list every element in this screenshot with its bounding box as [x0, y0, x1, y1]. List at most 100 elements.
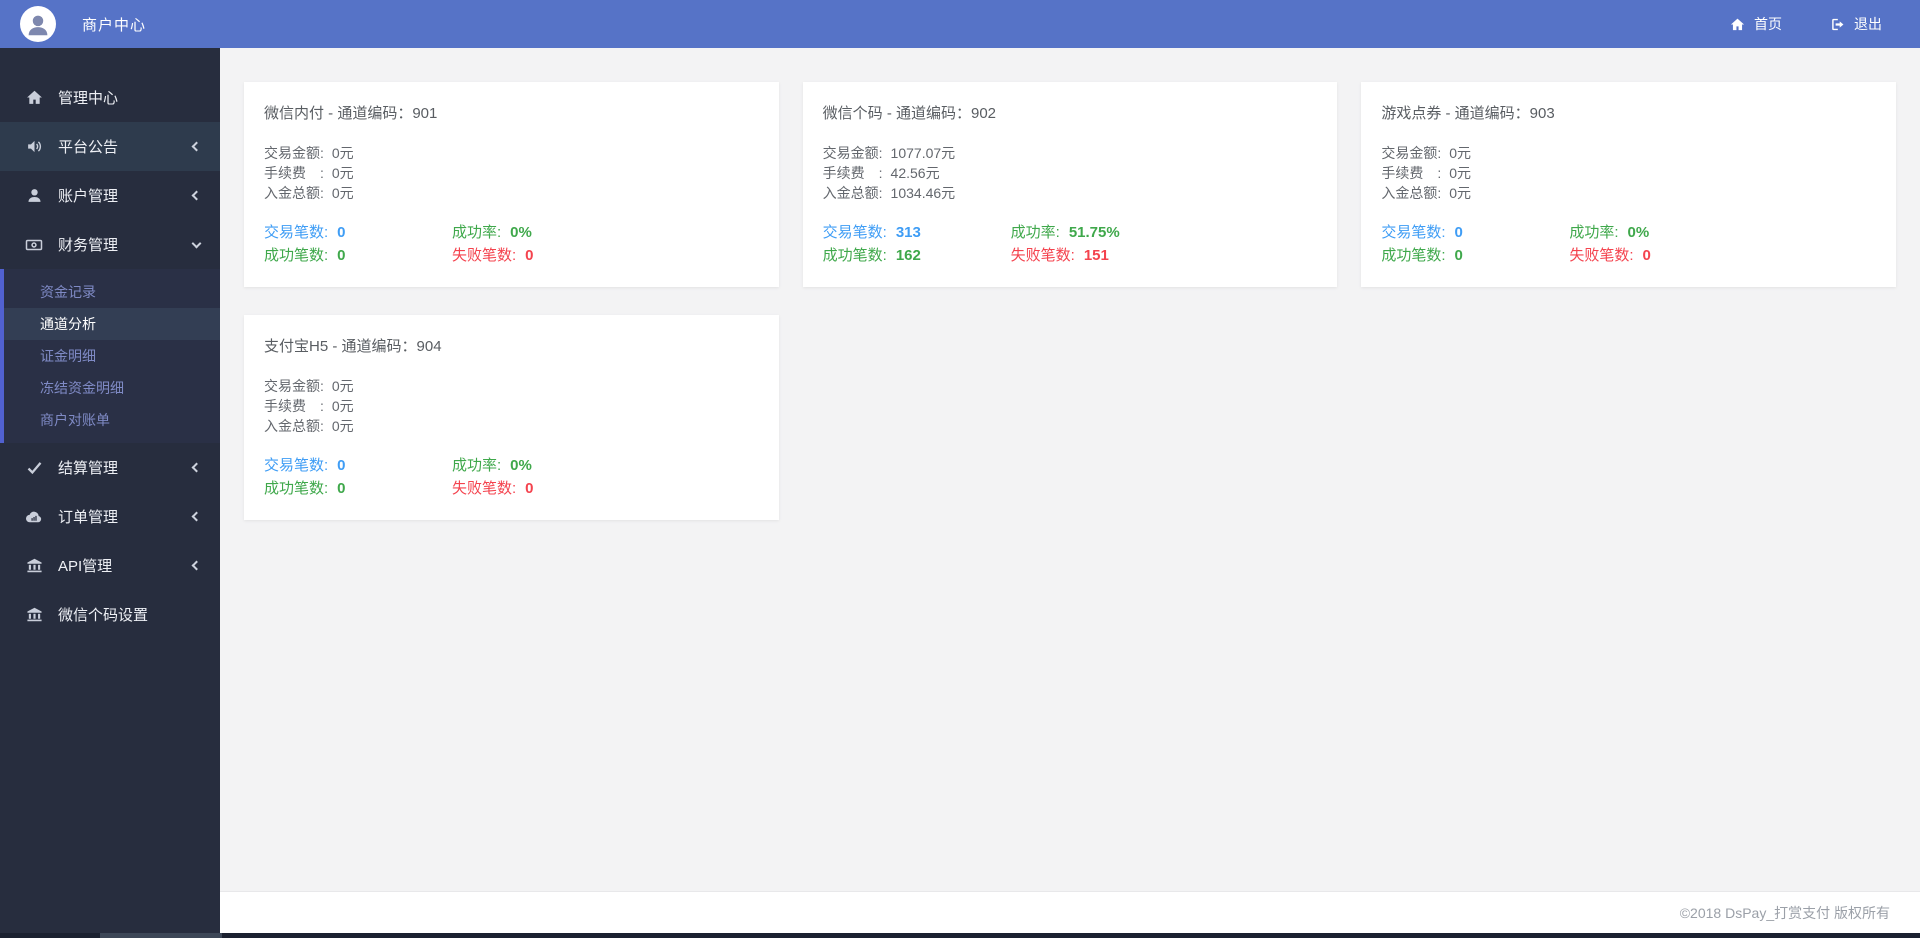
trade-amount-value: 1077.07元 — [890, 145, 956, 161]
fail-count-value: 0 — [525, 480, 534, 497]
fee-label: 手续费 : — [264, 398, 324, 414]
chevron-down-icon — [191, 238, 202, 248]
card-title: 支付宝H5 - 通道编码：904 — [264, 338, 442, 355]
submenu-item-channel-analysis[interactable]: 通道分析 — [4, 308, 220, 340]
bank-icon — [24, 557, 44, 574]
sidebar-item-label: 结算管理 — [58, 460, 119, 477]
deposit-value: 1034.46元 — [890, 185, 956, 201]
card-stats: 交易笔数: 0 成功率: 0% 成功笔数: 0 失败笔数: 0 — [264, 454, 759, 500]
channel-card-902: 微信个码 - 通道编码：902 交易金额: 1077.07元 手续费 : 42.56… — [802, 82, 1338, 287]
sidebar-item-finance-management[interactable]: 财务管理 — [0, 220, 220, 269]
fee-value: 0元 — [331, 165, 354, 181]
trade-amount-label: 交易金额: — [264, 378, 324, 394]
sidebar-item-wechat-code-settings[interactable]: 微信个码设置 — [0, 590, 220, 639]
trade-count-value: 0 — [337, 224, 346, 241]
footer: ©2018 DsPay_打赏支付 版权所有 — [220, 891, 1920, 938]
trade-amount-label: 交易金额: — [1381, 145, 1442, 161]
logout-link-label: 退出 — [1854, 16, 1882, 32]
submenu-item-deposit-details[interactable]: 证金明细 — [4, 340, 220, 372]
success-rate-value: 0% — [510, 224, 532, 241]
chevron-left-icon — [191, 511, 202, 522]
trade-count-label: 交易笔数: — [1381, 224, 1446, 241]
sidebar-item-order-management[interactable]: 订单管理 — [0, 492, 220, 541]
sidebar-item-api-management[interactable]: API管理 — [0, 541, 220, 590]
fee-value: 42.56元 — [890, 165, 940, 181]
success-rate-label: 成功率: — [452, 224, 502, 241]
home-icon — [24, 89, 44, 106]
card-body: 交易金额: 1077.07元 手续费 : 42.56元 入金总额: 1034.46元 — [823, 143, 1318, 203]
success-count-value: 0 — [337, 480, 346, 497]
home-icon — [1730, 18, 1745, 30]
sidebar-item-settlement-management[interactable]: 结算管理 — [0, 443, 220, 492]
submenu-item-merchant-statement[interactable]: 商户对账单 — [4, 404, 220, 436]
success-rate-value: 0% — [510, 457, 532, 474]
deposit-label: 入金总额: — [264, 418, 324, 434]
trade-count-value: 0 — [1454, 224, 1463, 241]
copyright-text: ©2018 DsPay_打赏支付 版权所有 — [1679, 904, 1890, 921]
success-count-label: 成功笔数: — [264, 247, 329, 264]
trade-count-label: 交易笔数: — [264, 457, 329, 474]
fail-count-label: 失败笔数: — [452, 247, 517, 264]
card-title: 游戏点券 - 通道编码：903 — [1381, 105, 1555, 122]
deposit-label: 入金总额: — [1381, 185, 1442, 201]
main-area: 微信内付 - 通道编码：901 交易金额: 0元 手续费 :0元 入金总额: 0元 … — [220, 0, 1920, 938]
submenu-item-frozen-funds[interactable]: 冻结资金明细 — [4, 372, 220, 404]
fee-value: 0元 — [1449, 165, 1472, 181]
card-body: 交易金额: 0元 手续费 : 0元 入金总额: 0元 — [264, 143, 759, 203]
brand-title: 商户中心 — [82, 16, 147, 34]
fail-count-label: 失败笔数: — [1569, 247, 1634, 264]
deposit-value: 0元 — [331, 418, 354, 434]
sign-out-icon — [1832, 18, 1844, 30]
trade-count-value: 313 — [895, 224, 921, 241]
success-count-value: 0 — [337, 247, 346, 264]
sidebar-item-label: API管理 — [58, 558, 113, 575]
finance-submenu: 资金记录 通道分析 证金明细 冻结资金明细 商户对账单 — [0, 269, 220, 443]
fail-count-value: 0 — [1642, 247, 1651, 264]
channel-card-901: 微信内付 - 通道编码：901 交易金额: 0元 手续费 :0元 入金总额: 0元 … — [244, 82, 779, 287]
success-count-label: 成功笔数: — [822, 247, 887, 264]
trade-count-label: 交易笔数: — [264, 224, 329, 241]
user-icon — [24, 187, 44, 204]
deposit-label: 入金总额: — [822, 185, 883, 201]
sidebar-item-account-management[interactable]: 账户管理 — [0, 171, 220, 220]
sidebar-item-platform-announcements[interactable]: 平台公告 — [0, 122, 220, 171]
card-title: 微信内付 - 通道编码：901 — [264, 105, 438, 122]
scrollbar-thumb[interactable] — [100, 933, 222, 938]
fee-label: 手续费 : — [1381, 165, 1442, 181]
sidebar-item-management-center[interactable]: 管理中心 — [0, 73, 220, 122]
trade-count-value: 0 — [337, 457, 346, 474]
sidebar-item-label: 管理中心 — [58, 90, 119, 107]
home-link[interactable]: 首页 — [1730, 14, 1782, 34]
success-rate-label: 成功率: — [452, 457, 502, 474]
card-stats: 交易笔数: 0 成功率: 0% 成功笔数: 0 失败笔数: 0 — [1381, 221, 1876, 267]
trade-amount-label: 交易金额: — [264, 145, 324, 161]
logout-link[interactable]: 退出 — [1830, 14, 1882, 34]
submenu-item-fund-records[interactable]: 资金记录 — [4, 276, 220, 308]
success-rate-value: 51.75% — [1068, 224, 1120, 241]
sidebar-item-label: 微信个码设置 — [58, 607, 149, 624]
fee-value: 0元 — [331, 398, 354, 414]
deposit-value: 0元 — [1449, 185, 1472, 201]
topbar-links: 首页 退出 — [1682, 14, 1920, 34]
success-count-value: 162 — [895, 247, 921, 264]
sidebar-item-label: 账户管理 — [58, 188, 119, 205]
fee-label: 手续费 : — [822, 165, 883, 181]
success-count-value: 0 — [1454, 247, 1463, 264]
bank-icon — [24, 606, 44, 623]
fee-label: 手续费 : — [264, 165, 324, 181]
deposit-label: 入金总额: — [264, 185, 324, 201]
content-area: 微信内付 - 通道编码：901 交易金额: 0元 手续费 :0元 入金总额: 0元 … — [220, 48, 1920, 891]
topbar: 商户中心 首页 退出 — [0, 0, 1920, 48]
card-stats: 交易笔数: 313 成功率: 51.75% 成功笔数: 162 失败笔数: 151 — [823, 221, 1318, 267]
fail-count-label: 失败笔数: — [452, 480, 517, 497]
card-body: 交易金额: 0元 手续费 : 0元 入金总额: 0元 — [264, 376, 759, 436]
success-rate-value: 0% — [1627, 224, 1650, 241]
card-title: 微信个码 - 通道编码：902 — [822, 105, 997, 122]
horizontal-scrollbar[interactable] — [0, 933, 1920, 938]
avatar[interactable] — [20, 6, 56, 42]
fail-count-value: 151 — [1083, 247, 1109, 264]
sidebar-menu: 管理中心 平台公告 账户管理 财务管理 资金记录 通道分析 证金明细 冻结资金明… — [0, 48, 220, 639]
fail-count-label: 失败笔数: — [1010, 247, 1075, 264]
chevron-left-icon — [191, 462, 202, 473]
trade-count-label: 交易笔数: — [822, 224, 887, 241]
